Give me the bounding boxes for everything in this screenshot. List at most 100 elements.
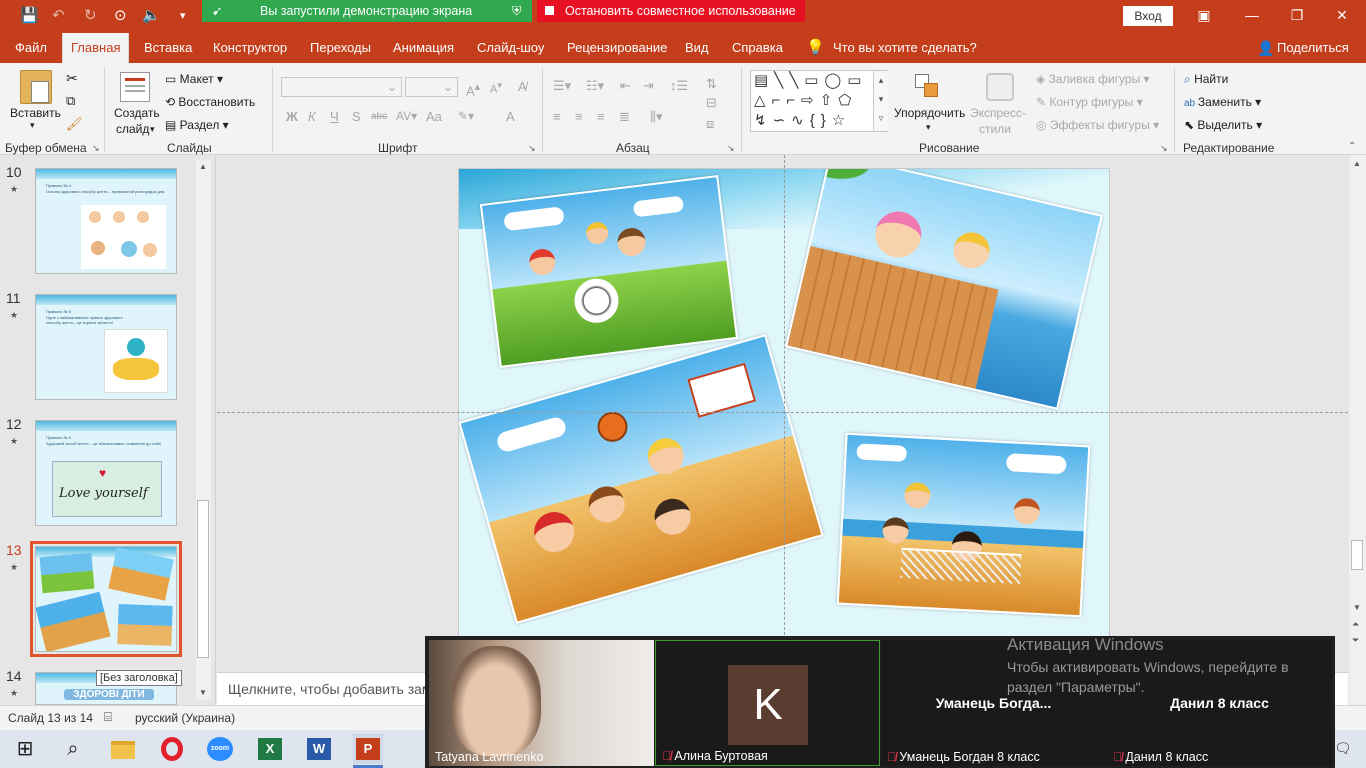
- slideshow-from-start-icon[interactable]: ⊙: [114, 7, 127, 25]
- reset-button[interactable]: ⟲ Восстановить: [165, 95, 255, 109]
- excel-icon[interactable]: X: [255, 734, 285, 764]
- pier-picture[interactable]: [785, 169, 1103, 410]
- word-icon[interactable]: W: [304, 734, 334, 764]
- find-button[interactable]: ⌕ Найти: [1184, 72, 1228, 87]
- share-button[interactable]: Поделиться: [1277, 33, 1349, 63]
- align-left-icon[interactable]: ≡: [553, 109, 561, 124]
- format-painter-icon[interactable]: 🖌: [66, 116, 83, 132]
- new-slide-dropdown-icon[interactable]: ▾: [150, 124, 155, 135]
- cut-icon[interactable]: ✂: [66, 70, 78, 87]
- paste-dropdown-icon[interactable]: ▾: [30, 120, 35, 131]
- numbering-icon[interactable]: ☷▾: [586, 78, 604, 94]
- tab-review[interactable]: Рецензирование: [567, 33, 667, 63]
- stop-share-button[interactable]: Остановить совместное использование: [537, 0, 805, 22]
- bullets-icon[interactable]: ☰▾: [553, 78, 571, 94]
- shape-outline-button[interactable]: ✎ Контур фигуры ▾: [1036, 95, 1143, 109]
- more-shapes-icon[interactable]: ▿: [874, 109, 888, 128]
- arrange-dropdown-icon[interactable]: ▾: [926, 122, 931, 133]
- decrease-indent-icon[interactable]: ⇤: [620, 78, 631, 94]
- paragraph-launcher-icon[interactable]: ↘: [727, 143, 735, 154]
- drawing-launcher-icon[interactable]: ↘: [1160, 143, 1168, 154]
- notification-icon[interactable]: 🗨: [1334, 740, 1352, 757]
- powerpoint-icon[interactable]: P: [353, 734, 383, 764]
- scroll-down-icon[interactable]: ▼: [199, 688, 207, 697]
- tell-me-search[interactable]: Что вы хотите сделать?: [833, 33, 977, 63]
- volleyball-picture[interactable]: [836, 432, 1091, 618]
- text-direction-icon[interactable]: ⇅: [706, 76, 717, 92]
- copy-icon[interactable]: ⧉: [66, 93, 75, 109]
- previous-slide-icon[interactable]: ⏶: [1352, 619, 1359, 630]
- layout-button[interactable]: ▭ Макет ▾: [165, 72, 223, 86]
- tab-animations[interactable]: Анимация: [393, 33, 454, 63]
- editor-scrollbar[interactable]: ▲ ▼ ⏶ ⏷: [1349, 155, 1366, 705]
- zoom-icon[interactable]: zoom: [205, 734, 235, 764]
- quick-styles-label-1[interactable]: Экспресс-: [970, 106, 1026, 120]
- participant-tile-1[interactable]: Tatyana Lavrinenko: [429, 640, 654, 766]
- arrange-icon[interactable]: [915, 74, 941, 100]
- scroll-up-icon[interactable]: ▲: [1353, 159, 1361, 168]
- restore-button[interactable]: ❐: [1281, 4, 1313, 26]
- new-slide-label-2[interactable]: слайд: [116, 122, 149, 136]
- language-indicator[interactable]: русский (Украина): [135, 711, 235, 725]
- shadow-button[interactable]: S: [352, 109, 361, 124]
- clipboard-launcher-icon[interactable]: ↘: [92, 143, 100, 154]
- audio-icon[interactable]: 🔈: [142, 7, 161, 25]
- scroll-thumb[interactable]: [1351, 540, 1363, 570]
- highlight-icon[interactable]: ✎▾: [458, 109, 474, 123]
- paste-button-label[interactable]: Вставить: [10, 106, 61, 120]
- next-slide-icon[interactable]: ⏷: [1352, 635, 1359, 646]
- font-family-select[interactable]: ⌄: [281, 77, 402, 97]
- participant-tile-2[interactable]: K 🎙̸ Алина Буртовая: [655, 640, 880, 766]
- font-launcher-icon[interactable]: ↘: [528, 143, 536, 154]
- explorer-icon[interactable]: [108, 734, 138, 764]
- replace-button[interactable]: ab Заменить ▾: [1184, 95, 1261, 109]
- tab-help[interactable]: Справка: [732, 33, 783, 63]
- select-button[interactable]: ⬉ Выделить ▾: [1184, 118, 1262, 132]
- paste-icon[interactable]: [20, 70, 52, 104]
- shape-row-3[interactable]: ↯∽∿{}☆: [754, 111, 887, 131]
- align-center-icon[interactable]: ≡: [575, 109, 583, 124]
- tab-design[interactable]: Конструктор: [213, 33, 287, 63]
- new-slide-label-1[interactable]: Создать: [114, 106, 160, 120]
- columns-icon[interactable]: ⫼▾: [650, 109, 663, 125]
- shape-row-2[interactable]: △⌐⌐⇨⇧⬠: [754, 91, 887, 111]
- slide-thumbnail-13[interactable]: [30, 541, 182, 657]
- smartart-icon[interactable]: ⧈: [706, 116, 714, 132]
- new-slide-icon[interactable]: [120, 72, 150, 102]
- quick-styles-icon[interactable]: [986, 73, 1014, 101]
- shapes-gallery[interactable]: ▤╲╲▭◯▭ △⌐⌐⇨⇧⬠ ↯∽∿{}☆: [750, 70, 888, 132]
- undo-icon[interactable]: ↶: [52, 7, 65, 25]
- search-icon[interactable]: ⌕: [58, 734, 88, 764]
- soccer-picture[interactable]: [479, 174, 739, 369]
- slide-thumbnail-12[interactable]: Правило № 6 Здоровий спосіб життя – це з…: [35, 420, 177, 526]
- pin-icon[interactable]: ➹: [212, 0, 222, 22]
- minimize-button[interactable]: —: [1236, 4, 1268, 26]
- tab-slideshow[interactable]: Слайд-шоу: [477, 33, 544, 63]
- vertical-guide[interactable]: [784, 155, 785, 635]
- scroll-down-icon[interactable]: ▾: [874, 90, 888, 109]
- login-button[interactable]: Вход: [1123, 6, 1173, 26]
- ribbon-display-options-icon[interactable]: ▣: [1188, 4, 1220, 26]
- opera-icon[interactable]: [157, 734, 187, 764]
- slide-thumbnail-10[interactable]: Правило № 4 Основа здорового способу жит…: [35, 168, 177, 274]
- scroll-up-icon[interactable]: ▴: [874, 71, 888, 90]
- section-button[interactable]: ▤ Раздел ▾: [165, 118, 229, 132]
- quick-styles-label-2[interactable]: стили: [979, 122, 1011, 136]
- start-icon[interactable]: ⊞: [10, 734, 40, 764]
- line-spacing-icon[interactable]: ↕☰: [670, 78, 688, 94]
- justify-icon[interactable]: ≣: [619, 109, 630, 125]
- tab-home[interactable]: Главная: [62, 33, 130, 63]
- increase-indent-icon[interactable]: ⇥: [643, 78, 654, 94]
- scroll-thumb[interactable]: [197, 500, 209, 658]
- horizontal-guide[interactable]: [217, 412, 1348, 413]
- align-text-icon[interactable]: ⊟: [706, 95, 717, 111]
- char-spacing-icon[interactable]: AV▾: [396, 109, 417, 123]
- strikethrough-button[interactable]: abc: [371, 111, 387, 122]
- scroll-down-icon[interactable]: ▼: [1353, 603, 1361, 612]
- shrink-font-icon[interactable]: A▾: [490, 80, 502, 96]
- shape-fill-button[interactable]: ◈ Заливка фигуры ▾: [1036, 72, 1150, 86]
- clear-format-icon[interactable]: A̸: [518, 79, 527, 94]
- bold-button[interactable]: Ж: [286, 109, 298, 124]
- shape-effects-button[interactable]: ◎ Эффекты фигуры ▾: [1036, 118, 1159, 132]
- customize-quick-access-icon[interactable]: ▾: [180, 7, 186, 25]
